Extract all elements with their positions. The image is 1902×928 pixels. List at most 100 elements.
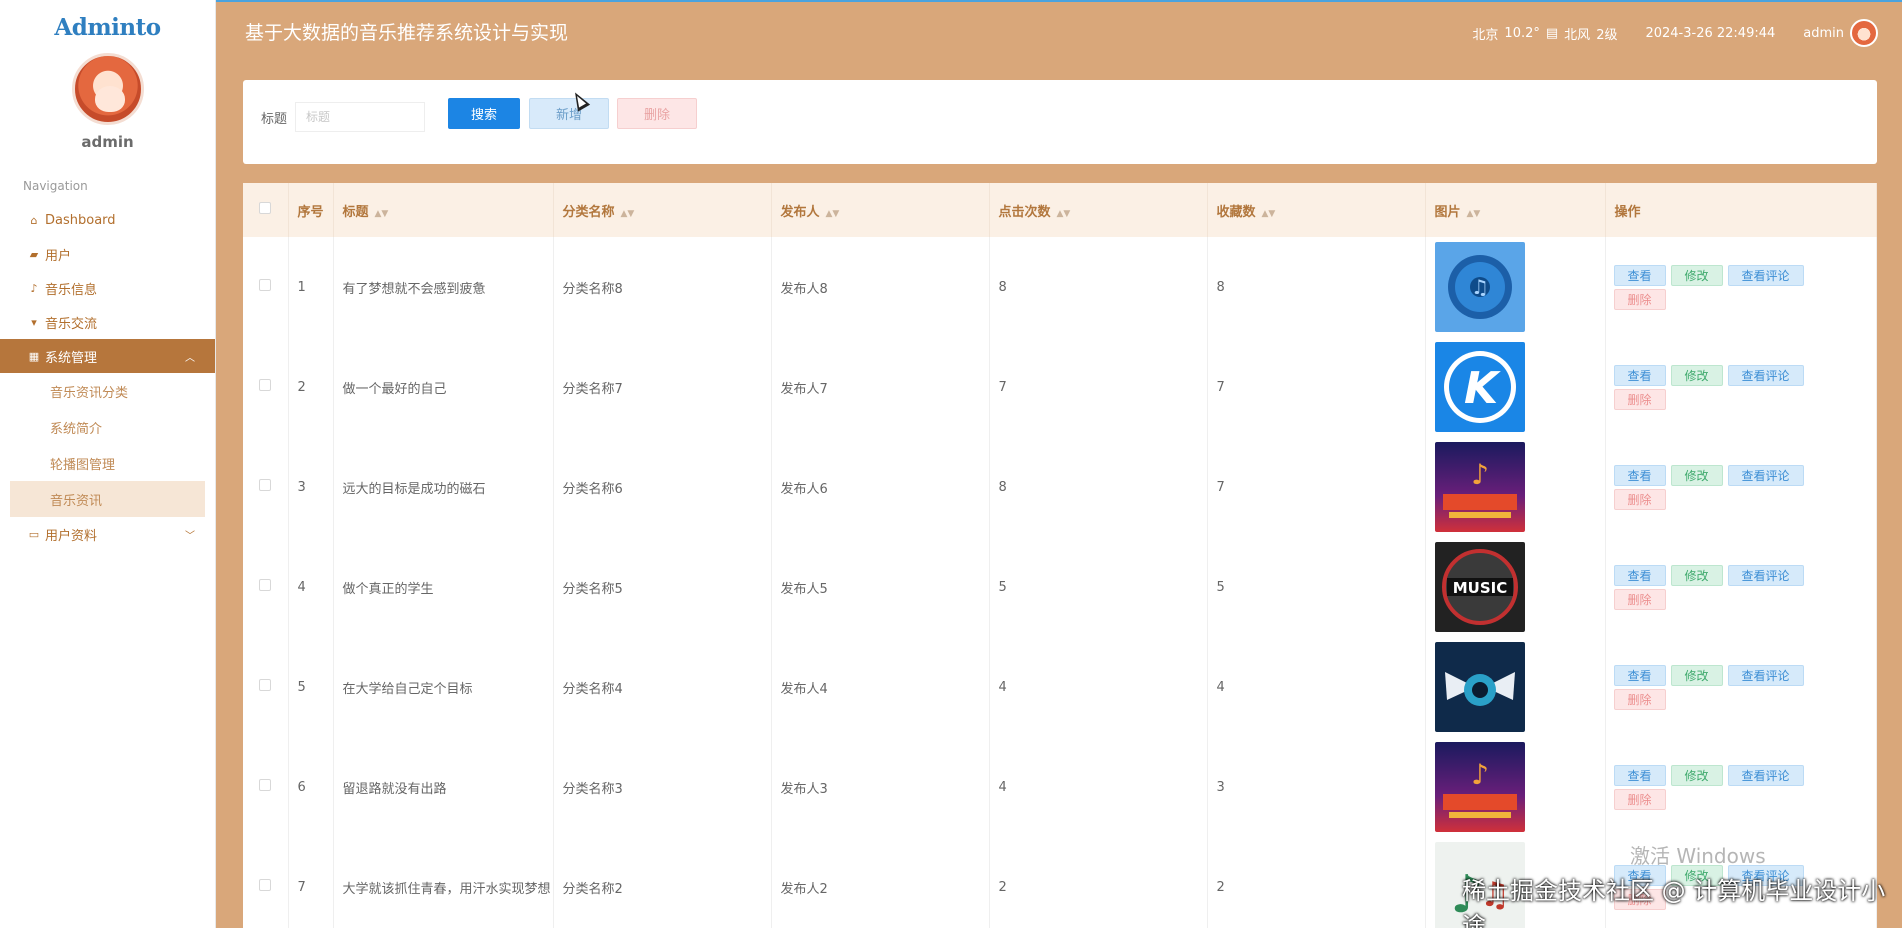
edit-button[interactable]: 修改 [1670, 264, 1723, 286]
column-header-title[interactable]: 标题 ▲▼ [333, 183, 554, 237]
sidebar-item-users[interactable]: ▰ 用户 [0, 237, 215, 271]
cell-actions: 查看 修改 查看评论 删除 [1605, 337, 1877, 437]
row-delete-button[interactable]: 删除 [1613, 688, 1666, 710]
row-delete-button[interactable]: 删除 [1613, 788, 1666, 810]
chevron-down-icon: ﹀ [185, 530, 195, 542]
row-checkbox[interactable] [259, 379, 272, 391]
sort-icon[interactable]: ▲▼ [826, 209, 840, 219]
view-button[interactable]: 查看 [1613, 764, 1666, 786]
user-icon: ▰ [29, 247, 39, 261]
edit-button[interactable]: 修改 [1670, 464, 1723, 486]
sort-icon[interactable]: ▲▼ [1467, 209, 1481, 219]
view-button[interactable]: 查看 [1613, 564, 1666, 586]
view-comments-button[interactable]: 查看评论 [1727, 564, 1804, 586]
music-poster-icon[interactable]: ♪ [1434, 442, 1605, 532]
cell-publisher: 发布人6 [771, 437, 990, 537]
delete-button[interactable]: 删除 [617, 98, 697, 129]
sidebar-item-label: 系统管理 [45, 350, 98, 366]
music-poster-icon[interactable]: ♪ [1434, 742, 1605, 832]
row-checkbox[interactable] [259, 679, 272, 691]
windows-activation-watermark: 激活 Windows [1630, 844, 1766, 868]
header-username[interactable]: admin [1803, 26, 1844, 41]
grid-icon: ▦ [28, 349, 40, 363]
sidebar-subitem-system-intro[interactable]: 系统简介 [0, 409, 215, 445]
svg-text:K: K [1463, 363, 1500, 414]
row-delete-button[interactable]: 删除 [1613, 588, 1666, 610]
row-delete-button[interactable]: 删除 [1613, 288, 1666, 310]
sidebar-item-label: 音乐交流 [45, 316, 98, 332]
column-header-favorites[interactable]: 收藏数 ▲▼ [1207, 183, 1426, 237]
sidebar-item-user-profile[interactable]: ▭ 用户资料 ﹀ [0, 517, 215, 551]
edit-button[interactable]: 修改 [1670, 764, 1723, 786]
edit-button[interactable]: 修改 [1670, 564, 1723, 586]
view-comments-button[interactable]: 查看评论 [1727, 264, 1804, 286]
cell-no: 6 [288, 737, 334, 837]
sort-icon[interactable]: ▲▼ [1057, 209, 1071, 219]
column-header-publisher[interactable]: 发布人 ▲▼ [771, 183, 990, 237]
cell-title: 大学就该抓住青春，用汗水实现梦想 [333, 837, 554, 928]
select-all-checkbox[interactable] [259, 202, 272, 214]
sidebar-subitem-music-news[interactable]: 音乐资讯 [10, 481, 205, 517]
column-header-image[interactable]: 图片 ▲▼ [1425, 183, 1606, 237]
search-label: 标题 [261, 112, 288, 127]
row-checkbox[interactable] [259, 579, 272, 591]
header-status: 北京 10.2° ▤ 北风 2级 2024-3-26 22:49:44 admi… [1472, 19, 1878, 47]
view-comments-button[interactable]: 查看评论 [1727, 464, 1804, 486]
column-header-clicks[interactable]: 点击次数 ▲▼ [989, 183, 1208, 237]
search-button[interactable]: 搜索 [448, 98, 520, 129]
header-datetime: 2024-3-26 22:49:44 [1645, 25, 1776, 41]
search-input[interactable] [295, 102, 425, 132]
view-comments-button[interactable]: 查看评论 [1727, 764, 1804, 786]
cell-title: 做个真正的学生 [333, 537, 554, 637]
cell-actions: 查看 修改 查看评论 删除 [1605, 237, 1877, 337]
view-button[interactable]: 查看 [1613, 464, 1666, 486]
table-row: 4 做个真正的学生 分类名称5 发布人5 5 5 MUSIC 查看 修改 查看评… [243, 537, 1877, 637]
edit-button[interactable]: 修改 [1670, 664, 1723, 686]
weather-city: 北京 [1472, 27, 1499, 43]
cell-favorites: 3 [1207, 737, 1426, 837]
sidebar-item-dashboard[interactable]: ⌂ Dashboard [0, 203, 215, 237]
music-badge-icon[interactable]: MUSIC [1434, 542, 1605, 632]
app-logo[interactable]: Adminto [0, 14, 215, 41]
cell-actions: 查看 修改 查看评论 删除 [1605, 437, 1877, 537]
cell-clicks: 4 [989, 737, 1208, 837]
view-button[interactable]: 查看 [1613, 364, 1666, 386]
cell-no: 4 [288, 537, 334, 637]
row-checkbox[interactable] [259, 479, 272, 491]
cell-title: 在大学给自己定个目标 [333, 637, 554, 737]
sidebar-item-music-info[interactable]: ♪ 音乐信息 [0, 271, 215, 305]
sort-icon[interactable]: ▲▼ [621, 209, 635, 219]
sort-icon[interactable]: ▲▼ [1262, 209, 1276, 219]
row-checkbox[interactable] [259, 779, 272, 791]
view-comments-button[interactable]: 查看评论 [1727, 364, 1804, 386]
row-checkbox[interactable] [259, 879, 272, 891]
cell-title: 有了梦想就不会感到疲惫 [333, 237, 554, 337]
view-button[interactable]: 查看 [1613, 264, 1666, 286]
cell-clicks: 7 [989, 337, 1208, 437]
sidebar-subitem-carousel[interactable]: 轮播图管理 [0, 445, 215, 481]
sidebar-item-label: 用户资料 [45, 528, 98, 544]
header-avatar[interactable] [1850, 19, 1878, 47]
row-delete-button[interactable]: 删除 [1613, 388, 1666, 410]
svg-text:♪: ♪ [1471, 458, 1489, 491]
winged-headphones-icon[interactable] [1434, 642, 1605, 732]
column-header-category[interactable]: 分类名称 ▲▼ [553, 183, 772, 237]
weather-wind-level: 2级 [1596, 27, 1618, 43]
k-logo-icon[interactable]: K [1434, 342, 1605, 432]
sort-icon[interactable]: ▲▼ [375, 209, 389, 219]
row-checkbox[interactable] [259, 279, 272, 291]
cell-title: 做一个最好的自己 [333, 337, 554, 437]
edit-button[interactable]: 修改 [1670, 364, 1723, 386]
row-delete-button[interactable]: 删除 [1613, 488, 1666, 510]
sidebar-item-system-management[interactable]: ▦ 系统管理 ︿ [0, 339, 215, 373]
avatar[interactable] [71, 53, 144, 125]
blue-disc-icon[interactable]: ♫ [1434, 242, 1605, 332]
view-button[interactable]: 查看 [1613, 664, 1666, 686]
sidebar-subitem-music-news-category[interactable]: 音乐资讯分类 [0, 373, 215, 409]
cell-category: 分类名称6 [553, 437, 772, 537]
add-button[interactable]: 新增 [529, 98, 609, 129]
cell-no: 5 [288, 637, 334, 737]
nav-heading: Navigation [23, 179, 88, 193]
view-comments-button[interactable]: 查看评论 [1727, 664, 1804, 686]
sidebar-item-music-exchange[interactable]: ▾ 音乐交流 [0, 305, 215, 339]
